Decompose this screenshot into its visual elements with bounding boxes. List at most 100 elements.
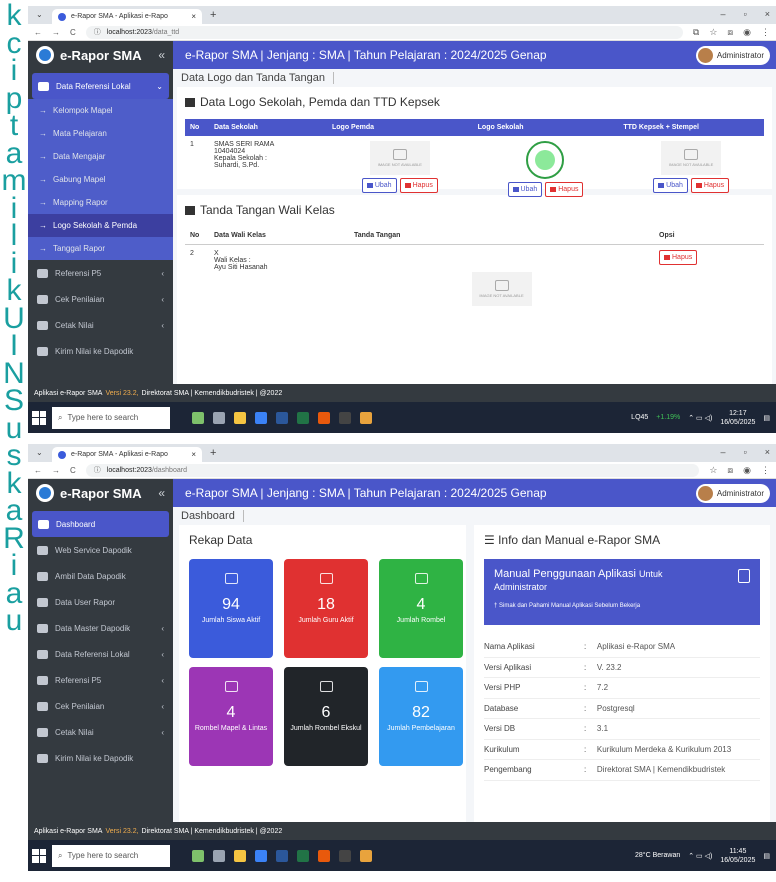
extensions-icon[interactable]: ⧈ — [727, 465, 733, 476]
ubah-button[interactable]: Ubah — [507, 182, 543, 197]
url-field[interactable]: ⓘ localhost:2023/data_ttd — [85, 25, 683, 39]
terminal-icon[interactable] — [339, 411, 351, 424]
user-menu[interactable]: Administrator — [695, 45, 770, 65]
new-tab-icon[interactable]: + — [210, 447, 216, 459]
firefox-icon[interactable] — [318, 411, 330, 424]
sidebar-item[interactable]: Cetak Nilai ‹ — [28, 312, 173, 338]
close-tab-icon[interactable]: × — [191, 450, 196, 459]
back-icon[interactable]: ← — [34, 28, 42, 37]
taskview-icon[interactable] — [213, 411, 225, 424]
menu-icon[interactable]: ⋮ — [761, 27, 770, 38]
back-icon[interactable]: ← — [34, 466, 42, 475]
brand[interactable]: e-Rapor SMA « — [28, 479, 173, 507]
browser-tab[interactable]: e-Rapor SMA - Aplikasi e-Rapo × — [52, 9, 202, 24]
chrome-icon[interactable] — [360, 849, 372, 862]
app-icon[interactable] — [192, 849, 204, 862]
ubah-button[interactable]: Ubah — [653, 178, 688, 193]
sidebar-item[interactable]: Referensi P5 ‹ — [28, 667, 173, 693]
sidebar-item[interactable]: Data User Rapor — [28, 589, 173, 615]
pdf-icon[interactable] — [738, 569, 750, 583]
tab-list-icon[interactable]: ⌄ — [36, 10, 43, 19]
sidebar-item-data-referensi-lokal[interactable]: Data Referensi Lokal ⌄ — [32, 73, 169, 99]
excel-icon[interactable] — [297, 849, 309, 862]
sidebar-item[interactable]: Kirim Nilai ke Dapodik — [28, 745, 173, 771]
store-icon[interactable] — [255, 849, 267, 862]
terminal-icon[interactable] — [339, 849, 351, 862]
notification-icon[interactable]: ▤ — [763, 852, 770, 860]
sidebar-subitem[interactable]: → Gabung Mapel — [28, 168, 173, 191]
sidebar-item[interactable]: Web Service Dapodik — [28, 537, 173, 563]
explorer-icon[interactable] — [234, 849, 246, 862]
clock[interactable]: 12:17 16/05/2025 — [720, 409, 755, 427]
sidebar-subitem[interactable]: → Logo Sekolah & Pemda — [28, 214, 173, 237]
sidebar-item[interactable]: Data Referensi Lokal ‹ — [28, 641, 173, 667]
sidebar-subitem[interactable]: → Kelompok Mapel — [28, 99, 173, 122]
hapus-button[interactable]: Hapus — [659, 250, 698, 265]
profile-icon[interactable]: ◉ — [743, 27, 751, 38]
word-icon[interactable] — [276, 849, 288, 862]
close-tab-icon[interactable]: × — [191, 12, 196, 21]
maximize-icon[interactable]: ▫ — [744, 447, 747, 457]
excel-icon[interactable] — [297, 411, 309, 424]
forward-icon[interactable]: → — [52, 466, 60, 475]
star-icon[interactable]: ☆ — [709, 27, 717, 38]
sidebar-item[interactable]: Ambil Data Dapodik — [28, 563, 173, 589]
minimize-icon[interactable]: – — [721, 9, 726, 19]
tray-icons[interactable]: ⌃ ▭ ◁) — [688, 852, 712, 860]
close-window-icon[interactable]: × — [765, 447, 770, 457]
word-icon[interactable] — [276, 411, 288, 424]
sidebar-subitem[interactable]: → Mapping Rapor — [28, 191, 173, 214]
sidebar-item[interactable]: Cek Penilaian ‹ — [28, 286, 173, 312]
taskbar-search[interactable]: ⌕ Type here to search — [52, 406, 170, 429]
stat-tile[interactable]: 4 Jumlah Rombel — [379, 559, 463, 658]
stat-tile[interactable]: 94 Jumlah Siswa Aktif — [189, 559, 273, 658]
reload-icon[interactable]: C — [70, 466, 76, 475]
stat-tile[interactable]: 18 Jumlah Guru Aktif — [284, 559, 368, 658]
ubah-button[interactable]: Ubah — [361, 178, 397, 193]
sidebar-item[interactable]: Dashboard — [32, 511, 169, 537]
explorer-icon[interactable] — [234, 411, 246, 424]
browser-tab[interactable]: e-Rapor SMA - Aplikasi e-Rapo × — [52, 447, 202, 462]
url-field[interactable]: ⓘ localhost:2023/dashboard — [85, 463, 700, 477]
chrome-icon[interactable] — [360, 411, 372, 424]
translate-icon[interactable]: ⧉ — [693, 27, 699, 38]
sidebar-item[interactable]: Cetak Nilai ‹ — [28, 719, 173, 745]
hapus-button[interactable]: Hapus — [545, 182, 584, 197]
notification-icon[interactable]: ▤ — [763, 414, 770, 422]
collapse-sidebar-icon[interactable]: « — [158, 486, 165, 500]
store-icon[interactable] — [255, 411, 267, 424]
menu-icon[interactable]: ⋮ — [761, 465, 770, 476]
maximize-icon[interactable]: ▫ — [744, 9, 747, 19]
extensions-icon[interactable]: ⧈ — [727, 27, 733, 38]
stat-tile[interactable]: 82 Jumlah Pembelajaran — [379, 667, 463, 766]
star-icon[interactable]: ☆ — [709, 465, 717, 476]
manual-banner[interactable]: Manual Penggunaan Aplikasi Untuk Administ… — [484, 559, 760, 625]
sidebar-subitem[interactable]: → Data Mengajar — [28, 145, 173, 168]
brand[interactable]: e-Rapor SMA « — [28, 41, 173, 69]
clock[interactable]: 11:45 16/05/2025 — [720, 847, 755, 865]
sidebar-item[interactable]: Referensi P5 ‹ — [28, 260, 173, 286]
sidebar-subitem[interactable]: → Mata Pelajaran — [28, 122, 173, 145]
weather[interactable]: 28°C Berawan — [635, 852, 680, 859]
collapse-sidebar-icon[interactable]: « — [158, 48, 165, 62]
stat-tile[interactable]: 4 Rombel Mapel & Lintas — [189, 667, 273, 766]
app-icon[interactable] — [192, 411, 204, 424]
new-tab-icon[interactable]: + — [210, 9, 216, 21]
firefox-icon[interactable] — [318, 849, 330, 862]
user-menu[interactable]: Administrator — [695, 483, 770, 503]
reload-icon[interactable]: C — [70, 28, 76, 37]
forward-icon[interactable]: → — [52, 28, 60, 37]
sidebar-subitem[interactable]: → Tanggal Rapor — [28, 237, 173, 260]
tray-icons[interactable]: ⌃ ▭ ◁) — [688, 414, 712, 422]
tab-list-icon[interactable]: ⌄ — [36, 448, 43, 457]
windows-start-icon[interactable] — [32, 848, 46, 863]
hapus-button[interactable]: Hapus — [399, 178, 438, 193]
close-window-icon[interactable]: × — [765, 9, 770, 19]
profile-icon[interactable]: ◉ — [743, 465, 751, 476]
sidebar-item[interactable]: Cek Penilaian ‹ — [28, 693, 173, 719]
taskbar-search[interactable]: ⌕ Type here to search — [52, 844, 170, 867]
taskview-icon[interactable] — [213, 849, 225, 862]
minimize-icon[interactable]: – — [721, 447, 726, 457]
sidebar-item[interactable]: Kirim Nilai ke Dapodik — [28, 338, 173, 364]
windows-start-icon[interactable] — [32, 410, 46, 425]
